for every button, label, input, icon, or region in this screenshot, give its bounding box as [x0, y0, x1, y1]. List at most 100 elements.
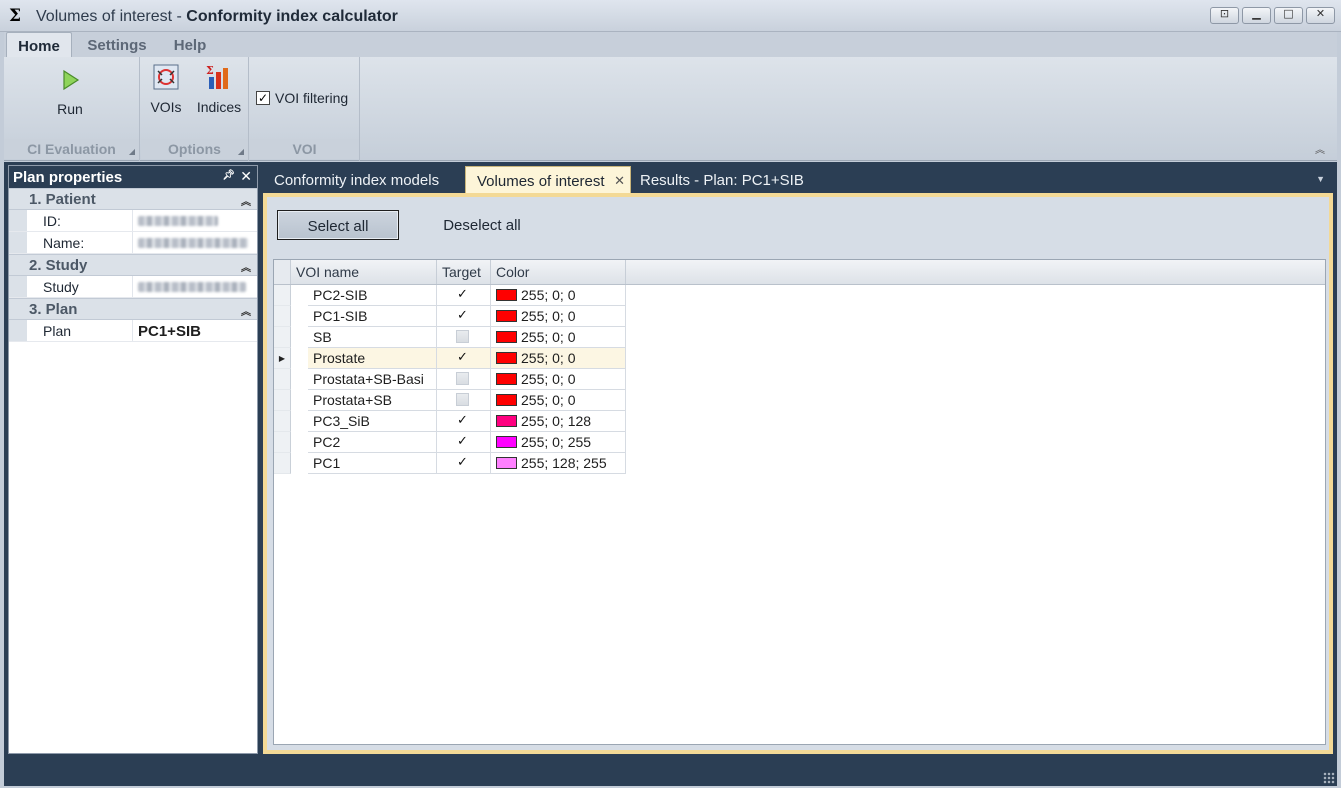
row-header[interactable] — [274, 306, 291, 327]
row-header[interactable] — [274, 453, 291, 474]
tab-list-dropdown-icon[interactable]: ▼ — [1316, 174, 1325, 184]
color-swatch — [496, 352, 517, 364]
target-checked-icon[interactable]: ✓ — [456, 309, 469, 322]
table-row[interactable]: PC2 ✓ 255; 0; 255 — [274, 432, 626, 453]
cell-voi-name[interactable]: PC1 — [308, 453, 437, 474]
cell-color[interactable]: 255; 0; 128 — [491, 411, 626, 432]
tab-home[interactable]: Home — [6, 32, 72, 57]
target-unchecked-icon[interactable] — [456, 372, 469, 385]
target-checked-icon[interactable]: ✓ — [456, 456, 469, 469]
cell-target[interactable]: ✓ — [437, 306, 491, 327]
cell-voi-name[interactable]: SB — [308, 327, 437, 348]
restore-down-button[interactable]: ⊡ — [1210, 7, 1239, 24]
category-patient[interactable]: 1. Patient ︽ — [9, 188, 257, 210]
app-sigma-icon[interactable]: Σ — [6, 7, 24, 25]
close-window-button[interactable]: ✕ — [1306, 7, 1335, 24]
category-study[interactable]: 2. Study ︽ — [9, 254, 257, 276]
voi-filtering-checkbox[interactable]: ✓ VOI filtering — [256, 90, 348, 106]
resize-grip-icon[interactable] — [1323, 772, 1335, 784]
row-spacer — [291, 327, 308, 348]
table-row[interactable]: PC3_SiB ✓ 255; 0; 128 — [274, 411, 626, 432]
current-row-indicator-icon[interactable]: ▶ — [274, 348, 291, 369]
collapse-icon[interactable]: ︽ — [241, 193, 251, 208]
target-checked-icon[interactable]: ✓ — [456, 288, 469, 301]
cell-target[interactable]: ✓ — [437, 411, 491, 432]
category-plan[interactable]: 3. Plan ︽ — [9, 298, 257, 320]
dialog-launcher-icon[interactable]: ◢ — [238, 147, 244, 156]
property-row-plan[interactable]: Plan PC1+SIB — [9, 320, 257, 342]
cell-target[interactable]: ✓ — [437, 348, 491, 369]
target-checked-icon[interactable]: ✓ — [456, 351, 469, 364]
tab-conformity-index-models[interactable]: Conformity index models — [263, 166, 459, 194]
column-header-voi-name[interactable]: VOI name — [291, 260, 437, 284]
maximize-button[interactable]: □ — [1274, 7, 1303, 24]
pin-icon[interactable]: 📌︎ — [222, 170, 235, 181]
cell-target[interactable] — [437, 369, 491, 390]
cell-color[interactable]: 255; 0; 0 — [491, 327, 626, 348]
property-row-study[interactable]: Study — [9, 276, 257, 298]
column-header-color[interactable]: Color — [491, 260, 626, 284]
tab-help[interactable]: Help — [164, 32, 216, 57]
cell-voi-name[interactable]: PC2 — [308, 432, 437, 453]
deselect-all-button[interactable]: Deselect all — [427, 210, 537, 240]
window-controls: ⊡ ▁ □ ✕ — [1210, 7, 1335, 24]
cell-color[interactable]: 255; 0; 0 — [491, 285, 626, 306]
table-row[interactable]: PC1-SIB ✓ 255; 0; 0 — [274, 306, 626, 327]
cell-target[interactable]: ✓ — [437, 453, 491, 474]
table-row[interactable]: PC2-SIB ✓ 255; 0; 0 — [274, 285, 626, 306]
cell-voi-name[interactable]: PC1-SIB — [308, 306, 437, 327]
table-row[interactable]: PC1 ✓ 255; 128; 255 — [274, 453, 626, 474]
collapse-icon[interactable]: ︽ — [241, 303, 251, 318]
window-right-edge — [1337, 32, 1341, 788]
cell-target[interactable] — [437, 390, 491, 411]
cell-color[interactable]: 255; 0; 0 — [491, 348, 626, 369]
column-header-target[interactable]: Target — [437, 260, 491, 284]
target-unchecked-icon[interactable] — [456, 330, 469, 343]
cell-color[interactable]: 255; 0; 255 — [491, 432, 626, 453]
row-header[interactable] — [274, 411, 291, 432]
cell-target[interactable]: ✓ — [437, 285, 491, 306]
row-header[interactable] — [274, 390, 291, 411]
cell-voi-name[interactable]: Prostate — [308, 348, 437, 369]
tab-results[interactable]: Results - Plan: PC1+SIB — [629, 166, 829, 194]
cell-voi-name[interactable]: Prostata+SB-Basi — [308, 369, 437, 390]
minimize-button[interactable]: ▁ — [1242, 7, 1271, 24]
close-tab-icon[interactable]: ✕ — [614, 173, 625, 189]
vois-label: VOIs — [150, 99, 182, 115]
row-header[interactable] — [274, 285, 291, 306]
cell-voi-name[interactable]: Prostata+SB — [308, 390, 437, 411]
cell-target[interactable] — [437, 327, 491, 348]
table-row[interactable]: SB 255; 0; 0 — [274, 327, 626, 348]
cell-color[interactable]: 255; 0; 0 — [491, 369, 626, 390]
collapse-icon[interactable]: ︽ — [241, 259, 251, 274]
cell-voi-name[interactable]: PC2-SIB — [308, 285, 437, 306]
indices-button[interactable]: Σ Indices — [191, 63, 247, 115]
vois-button[interactable]: VOIs — [145, 63, 187, 115]
target-checked-icon[interactable]: ✓ — [456, 435, 469, 448]
select-all-button[interactable]: Select all — [277, 210, 399, 240]
cell-voi-name[interactable]: PC3_SiB — [308, 411, 437, 432]
target-checked-icon[interactable]: ✓ — [456, 414, 469, 427]
voi-filtering-check-icon[interactable]: ✓ — [256, 91, 270, 105]
target-unchecked-icon[interactable] — [456, 393, 469, 406]
collapse-ribbon-icon[interactable]: ︽ — [1315, 141, 1325, 156]
title-bar: Σ Volumes of interest - Conformity index… — [0, 0, 1341, 32]
row-header[interactable] — [274, 369, 291, 390]
dialog-launcher-icon[interactable]: ◢ — [129, 147, 135, 156]
table-row[interactable]: Prostata+SB 255; 0; 0 — [274, 390, 626, 411]
cell-color[interactable]: 255; 128; 255 — [491, 453, 626, 474]
tab-volumes-of-interest[interactable]: Volumes of interest ✕ — [465, 166, 631, 194]
row-header[interactable] — [274, 327, 291, 348]
row-header[interactable] — [274, 432, 291, 453]
run-button[interactable]: Run — [40, 67, 100, 117]
property-row-id[interactable]: ID: — [9, 210, 257, 232]
table-row[interactable]: Prostata+SB-Basi 255; 0; 0 — [274, 369, 626, 390]
cell-color[interactable]: 255; 0; 0 — [491, 390, 626, 411]
table-row[interactable]: ▶ Prostate ✓ 255; 0; 0 — [274, 348, 626, 369]
property-row-name[interactable]: Name: — [9, 232, 257, 254]
tab-settings[interactable]: Settings — [76, 32, 158, 57]
close-pane-icon[interactable]: ✕ — [240, 168, 252, 185]
cell-target[interactable]: ✓ — [437, 432, 491, 453]
group-label-voi: VOI — [250, 139, 359, 159]
cell-color[interactable]: 255; 0; 0 — [491, 306, 626, 327]
